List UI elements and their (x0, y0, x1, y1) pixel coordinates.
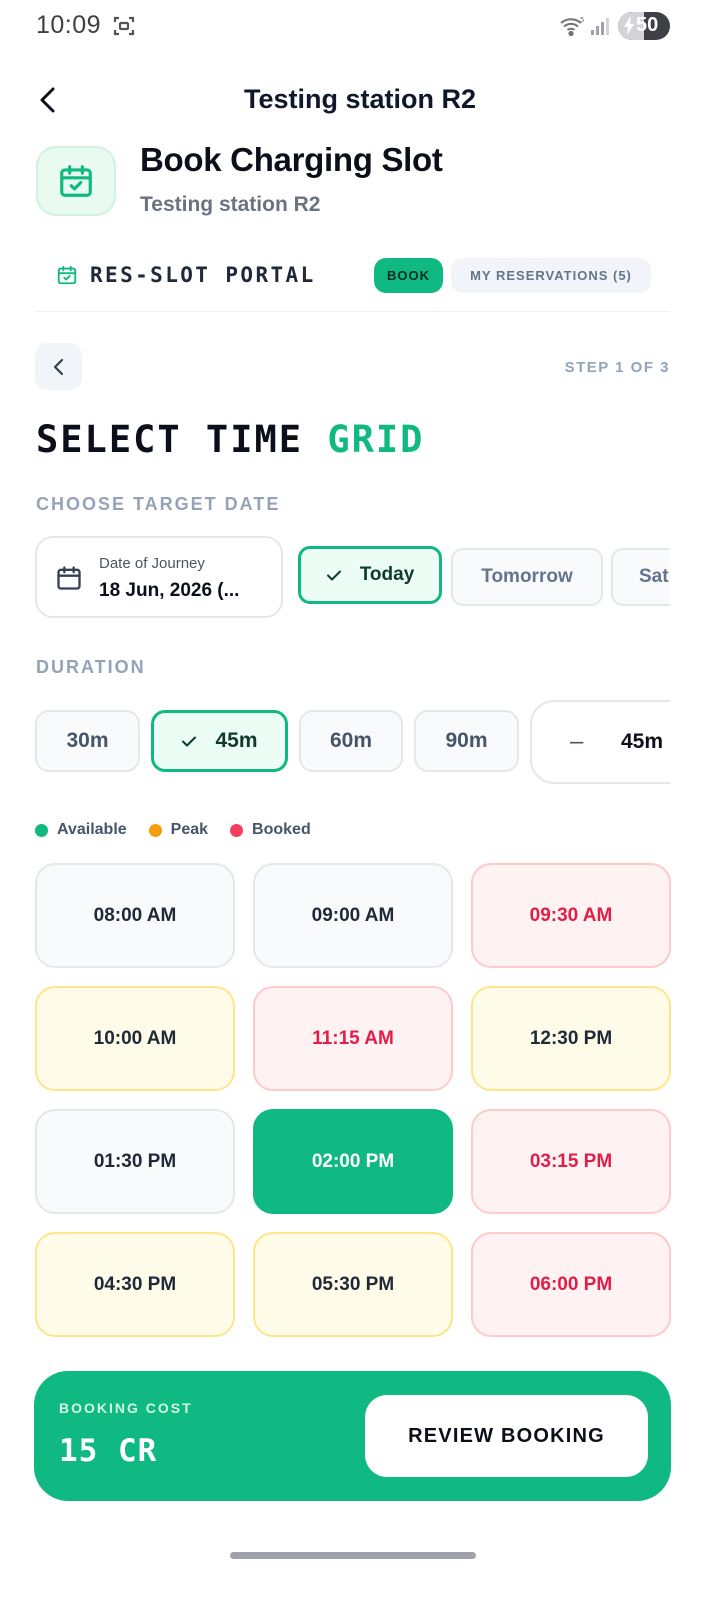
time-slot-label: 03:15 PM (529, 1150, 613, 1172)
legend-label: Available (57, 821, 127, 838)
duration-chip-90m[interactable]: 90m (414, 710, 519, 772)
duration-chip-label: 30m (66, 729, 109, 752)
check-icon (326, 570, 341, 581)
duration-stepper-value: 45m (621, 730, 664, 753)
time-slot-label: 06:00 PM (529, 1273, 613, 1295)
time-slot[interactable]: 09:00 AM (253, 863, 453, 968)
available-dot-icon (35, 823, 48, 837)
time-slot-label: 11:15 AM (312, 1027, 394, 1049)
booking-title: Book Charging Slot (140, 141, 443, 178)
time-slot-label: 08:00 AM (93, 904, 177, 926)
date-field-label: Date of Journey (99, 555, 205, 572)
time-slot[interactable]: 05:30 PM (253, 1232, 453, 1337)
booking-cost-label: BOOKING COST (59, 1400, 193, 1416)
wifi-icon: 5 (560, 16, 584, 37)
duration-chip-label: 90m (445, 729, 488, 752)
time-slot[interactable]: 11:15 AM (253, 986, 453, 1091)
time-slot-label: 09:30 AM (529, 904, 613, 926)
divider (36, 311, 670, 312)
booking-summary-bar: BOOKING COST 15 CR REVIEW BOOKING (34, 1371, 671, 1501)
legend-item-available: Available (35, 821, 127, 839)
station-icon-tile (36, 146, 116, 216)
time-slot[interactable]: 04:30 PM (35, 1232, 235, 1337)
svg-text:5: 5 (580, 16, 584, 24)
date-chip-label: Tomorrow (481, 566, 573, 587)
tab-book[interactable]: BOOK (374, 258, 443, 293)
step-back-button[interactable] (35, 343, 82, 390)
duration-heading: DURATION (36, 657, 146, 677)
booking-cost-value: 15 CR (59, 1433, 158, 1469)
date-heading: CHOOSE TARGET DATE (36, 494, 281, 514)
duration-chip-label: 45m (215, 729, 258, 752)
home-indicator[interactable] (230, 1552, 476, 1559)
duration-chips-scroll[interactable]: 30m 45m 60m 90m – 45m (30, 700, 670, 790)
date-chip-label: Sat (639, 566, 669, 587)
time-slot-label: 05:30 PM (311, 1273, 395, 1295)
duration-chip-label: 60m (329, 729, 373, 752)
section-title-accent: GRID (327, 418, 425, 461)
station-subtitle: Testing station R2 (140, 193, 321, 216)
date-chip-label: Today (359, 564, 415, 585)
legend-item-booked: Booked (230, 821, 311, 839)
date-picker-field[interactable]: Date of Journey 18 Jun, 2026 (... (35, 536, 283, 618)
check-icon (182, 736, 197, 747)
calendar-check-icon (60, 165, 92, 197)
legend-label: Booked (252, 821, 311, 838)
tab-my-reservations[interactable]: MY RESERVATIONS (5) (451, 258, 651, 293)
date-chip-sat[interactable]: Sat (611, 548, 670, 606)
time-slot[interactable]: 01:30 PM (35, 1109, 235, 1214)
time-slot-label: 02:00 PM (311, 1150, 395, 1172)
time-slot-label: 12:30 PM (529, 1027, 613, 1049)
battery-icon: 50 (618, 12, 670, 40)
section-title-main: SELECT TIME (36, 418, 328, 461)
duration-stepper[interactable]: – 45m (530, 700, 670, 784)
time-slot-label: 10:00 AM (93, 1027, 177, 1049)
date-chip-tomorrow[interactable]: Tomorrow (451, 548, 603, 606)
calendar-check-icon (57, 265, 77, 285)
time-slot[interactable]: 09:30 AM (471, 863, 671, 968)
status-bar: 10:09 5 50 (0, 0, 720, 52)
status-time: 10:09 (36, 11, 102, 39)
time-slot[interactable]: 02:00 PM (253, 1109, 453, 1214)
review-booking-button[interactable]: REVIEW BOOKING (365, 1395, 648, 1477)
date-chip-today[interactable]: Today (298, 546, 442, 604)
time-slot[interactable]: 12:30 PM (471, 986, 671, 1091)
date-chips-scroll[interactable]: Today Tomorrow Sat (296, 540, 670, 612)
legend-label: Peak (170, 821, 209, 838)
bolt-icon (624, 17, 634, 35)
signal-icon (591, 18, 609, 35)
booked-dot-icon (230, 823, 244, 837)
legend-item-peak: Peak (148, 821, 209, 839)
screenshot-icon (113, 16, 135, 36)
chevron-left-icon (53, 358, 63, 375)
step-indicator: STEP 1 OF 3 (564, 359, 670, 376)
calendar-icon (57, 566, 81, 590)
duration-chip-30m[interactable]: 30m (35, 710, 140, 772)
time-slot-label: 09:00 AM (311, 904, 395, 926)
minus-button[interactable]: – (570, 728, 583, 756)
duration-chip-60m[interactable]: 60m (299, 710, 403, 772)
battery-percent: 50 (636, 14, 659, 36)
time-slot-label: 04:30 PM (93, 1273, 177, 1295)
time-slot-label: 01:30 PM (93, 1150, 177, 1172)
section-title: SELECT TIME GRID (36, 418, 424, 461)
time-slot[interactable]: 03:15 PM (471, 1109, 671, 1214)
page-title: Testing station R2 (243, 84, 477, 114)
peak-dot-icon (148, 823, 162, 837)
time-slot[interactable]: 06:00 PM (471, 1232, 671, 1337)
slot-legend: Available Peak Booked (35, 821, 333, 839)
date-field-value: 18 Jun, 2026 (... (99, 580, 240, 601)
portal-name: RES-SLOT PORTAL (90, 263, 316, 287)
duration-chip-45m[interactable]: 45m (151, 710, 288, 772)
time-slot[interactable]: 10:00 AM (35, 986, 235, 1091)
time-slot[interactable]: 08:00 AM (35, 863, 235, 968)
